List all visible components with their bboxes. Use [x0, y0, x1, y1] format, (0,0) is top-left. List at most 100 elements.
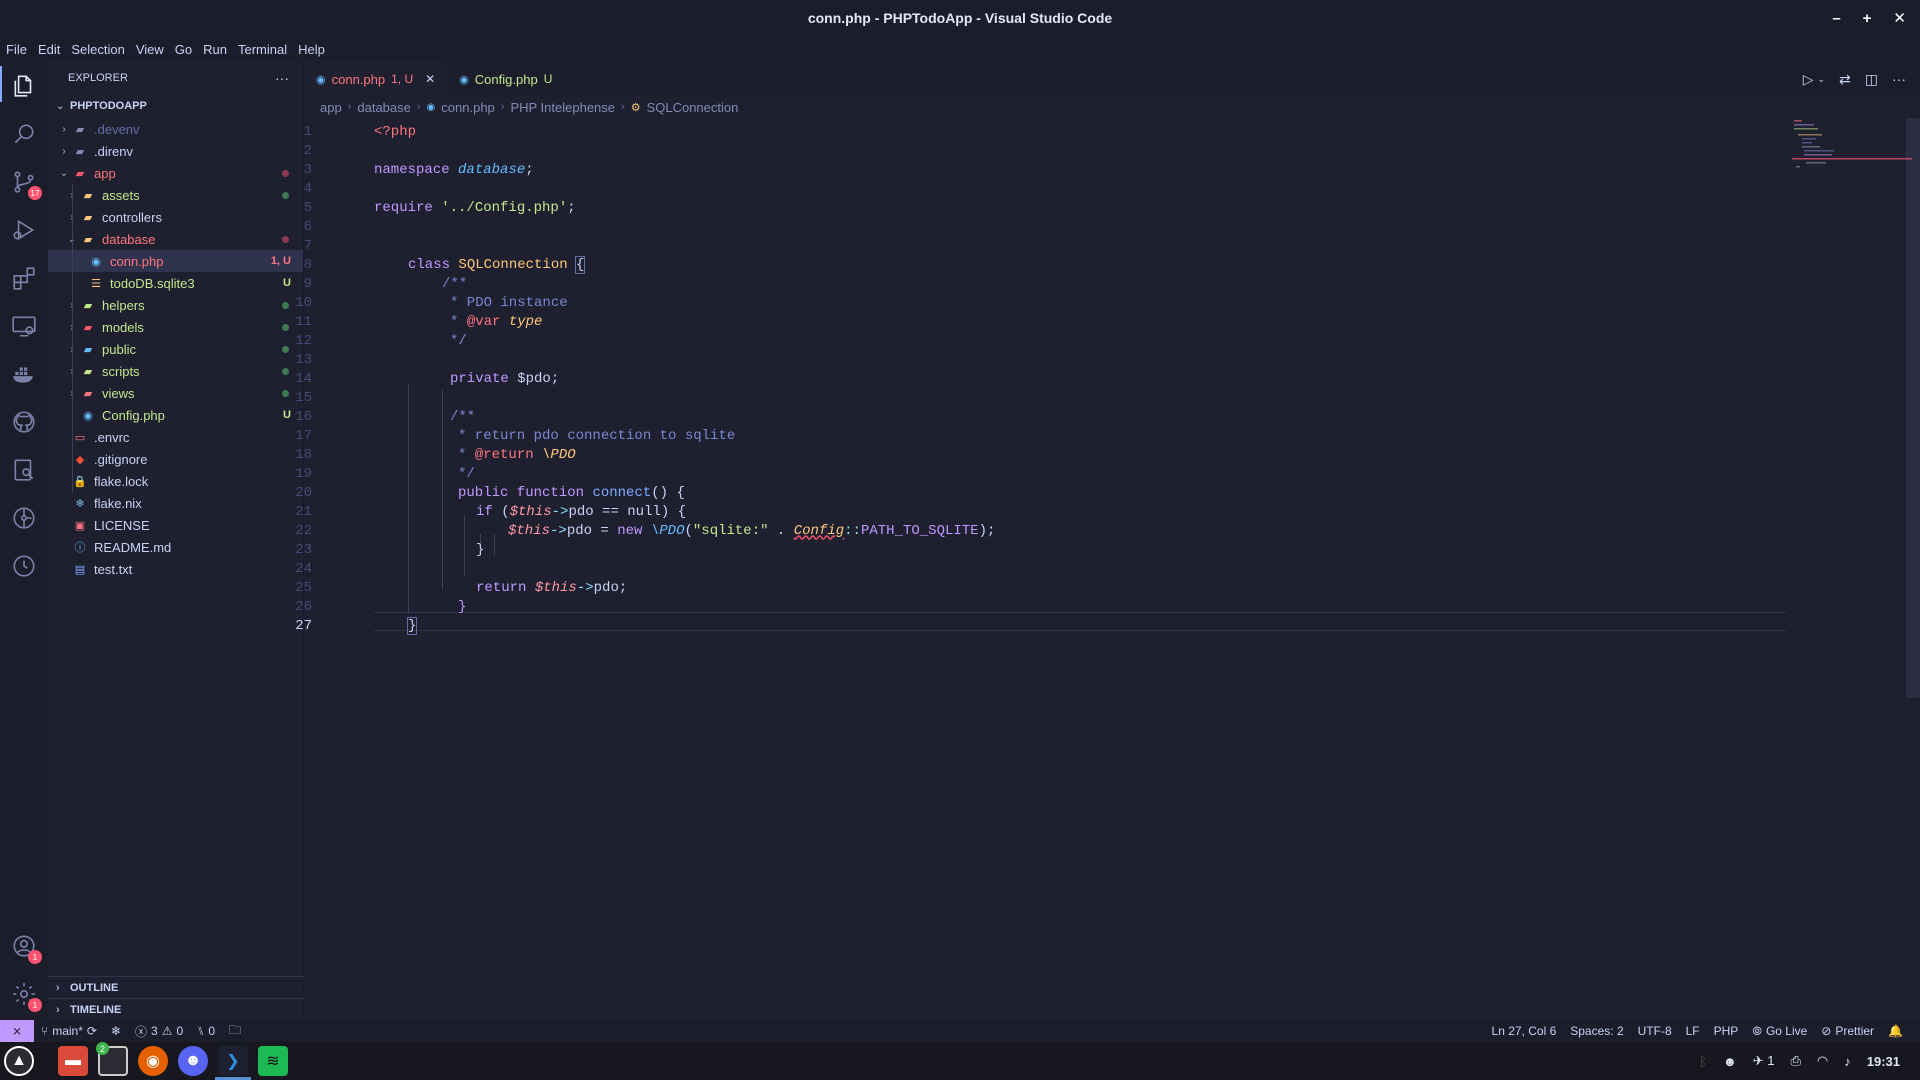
tree-item[interactable]: ›▰public — [48, 338, 303, 360]
tree-item[interactable]: ▣ LICENSE — [48, 514, 303, 536]
tree-item[interactable]: ☰ todoDB.sqlite3 U — [48, 272, 303, 294]
history-icon[interactable] — [10, 552, 38, 580]
tree-item[interactable]: ›▰helpers — [48, 294, 303, 316]
run-icon[interactable]: ▷ — [1803, 71, 1814, 88]
bluetooth-icon[interactable]: ᛒ — [1699, 1054, 1707, 1069]
discord-tray-icon[interactable]: ☻ — [1723, 1054, 1737, 1069]
go-live-button[interactable]: ⦾ Go Live — [1745, 1024, 1814, 1039]
accounts-icon[interactable]: 1 — [10, 932, 42, 964]
bell-icon[interactable]: 🔔 — [1881, 1024, 1910, 1038]
tree-item[interactable]: › ▰ .direnv — [48, 140, 303, 162]
docker-icon[interactable] — [10, 360, 38, 388]
explorer-icon[interactable] — [10, 72, 38, 100]
branch-indicator[interactable]: ⑂ main* ⟳ — [34, 1024, 104, 1038]
problems-indicator[interactable]: ⓧ 3 ⚠ 0 — [128, 1023, 190, 1040]
tree-item[interactable]: ◉ conn.php 1, U — [48, 250, 303, 272]
encoding[interactable]: UTF-8 — [1631, 1024, 1679, 1038]
tree-item[interactable]: ◉ Config.php U — [48, 404, 303, 426]
printer-icon[interactable]: ⎙ — [1791, 1053, 1801, 1069]
sync-icon[interactable]: ⟳ — [87, 1024, 97, 1038]
source-control-icon[interactable]: 17 — [10, 168, 42, 200]
spotify-icon[interactable]: ≋ — [258, 1046, 288, 1076]
cursor-position[interactable]: Ln 27, Col 6 — [1485, 1024, 1564, 1038]
tree-item[interactable]: ▭ .envrc — [48, 426, 303, 448]
menu-edit[interactable]: Edit — [38, 42, 66, 57]
indentation[interactable]: Spaces: 2 — [1563, 1024, 1630, 1038]
folder-indicator[interactable]: 🗀 — [222, 1021, 248, 1042]
tree-item[interactable]: ◆ .gitignore — [48, 448, 303, 470]
open-changes-icon[interactable]: ⇄ — [1839, 71, 1851, 88]
run-debug-icon[interactable] — [10, 216, 38, 244]
timeline-section[interactable]: › TIMELINE — [48, 998, 304, 1020]
tree-item-label: todoDB.sqlite3 — [110, 275, 195, 291]
minimize-button[interactable]: – — [1832, 10, 1840, 27]
tree-item[interactable]: › ▰ .devenv — [48, 118, 303, 140]
error-icon: ⓧ — [135, 1024, 148, 1039]
menu-help[interactable]: Help — [298, 42, 331, 57]
ports-indicator[interactable]: ⑊ 0 — [190, 1024, 222, 1038]
explorer-title: EXPLORER — [68, 72, 128, 84]
notification-tray[interactable]: ✈ 1 — [1753, 1053, 1775, 1069]
tree-item[interactable]: ›▰controllers — [48, 206, 303, 228]
close-window-button[interactable]: ✕ — [1893, 9, 1906, 27]
menu-selection[interactable]: Selection — [71, 42, 130, 57]
settings-gear-icon[interactable]: 1 — [10, 980, 42, 1012]
vscode-icon[interactable]: ❯ — [218, 1046, 248, 1076]
tab-close-button[interactable]: ✕ — [425, 72, 435, 86]
files-icon[interactable]: ▬ — [58, 1046, 88, 1076]
tree-item-label: assets — [102, 187, 140, 203]
minimap[interactable] — [1792, 118, 1912, 178]
breadcrumb-database[interactable]: database — [357, 100, 411, 115]
testing-icon[interactable] — [10, 456, 38, 484]
chevron-right-icon: › — [500, 101, 505, 113]
discord-icon[interactable]: ☻ — [178, 1046, 208, 1076]
git-graph-icon[interactable] — [10, 504, 38, 532]
tree-item[interactable]: ▤ test.txt — [48, 558, 303, 580]
menu-go[interactable]: Go — [175, 42, 198, 57]
end-of-line[interactable]: LF — [1679, 1024, 1707, 1038]
breadcrumb-intelephense[interactable]: PHP Intelephense — [510, 100, 615, 115]
breadcrumb-conn-php[interactable]: conn.php — [441, 100, 495, 115]
terminal-icon[interactable]: 2 — [96, 1042, 128, 1076]
chevron-down-icon[interactable]: ⌄ — [1817, 74, 1825, 85]
firefox-icon[interactable]: ◉ — [138, 1046, 168, 1076]
explorer-more-button[interactable]: ··· — [275, 70, 289, 86]
language-mode[interactable]: PHP — [1707, 1024, 1746, 1038]
code-editor[interactable]: 1 2 3 4 5 6 7 8 9 10 11 12 13 14 15 16 17 18 19 20 21 22 23 24 2… — [295, 118, 1920, 1020]
search-icon[interactable] — [10, 120, 38, 148]
tree-item[interactable]: ❄ flake.nix — [48, 492, 303, 514]
wifi-icon[interactable]: ◠ — [1817, 1053, 1828, 1069]
maximize-button[interactable]: + — [1863, 10, 1872, 27]
tree-item[interactable]: 🔒 flake.lock — [48, 470, 303, 492]
clock[interactable]: 19:31 — [1867, 1054, 1900, 1069]
split-editor-icon[interactable]: ◫ — [1865, 71, 1878, 88]
tab-conn-php[interactable]: ◉ conn.php 1, U ✕ — [304, 62, 448, 96]
sound-icon[interactable]: ♪ — [1844, 1054, 1851, 1069]
tree-item[interactable]: ›▰scripts — [48, 360, 303, 382]
tree-item[interactable]: ⌄ ▰ app — [48, 162, 303, 184]
extensions-icon[interactable] — [10, 264, 38, 292]
menu-terminal[interactable]: Terminal — [238, 42, 293, 57]
outline-section[interactable]: › OUTLINE — [48, 976, 304, 998]
menu-file[interactable]: File — [6, 42, 33, 57]
menu-view[interactable]: View — [136, 42, 170, 57]
editor-actions: ▷ ⌄ ⇄ ◫ ··· — [1803, 62, 1906, 96]
breadcrumb-sqlconnection[interactable]: SQLConnection — [647, 100, 739, 115]
github-icon[interactable] — [10, 408, 38, 436]
menu-run[interactable]: Run — [203, 42, 233, 57]
tree-item[interactable]: ⓘ README.md — [48, 536, 303, 558]
tree-item[interactable]: ⌄▰database — [48, 228, 303, 250]
tree-item[interactable]: ›▰assets — [48, 184, 303, 206]
breadcrumb-app[interactable]: app — [320, 100, 342, 115]
tree-item[interactable]: ›▰views — [48, 382, 303, 404]
nix-indicator[interactable]: ❄ — [104, 1024, 128, 1038]
remote-explorer-icon[interactable] — [10, 312, 38, 340]
prettier-button[interactable]: ⊘ Prettier — [1814, 1024, 1881, 1038]
editor-scrollbar[interactable] — [1906, 118, 1920, 698]
project-root[interactable]: ⌄ PHPTODOAPP — [48, 94, 303, 118]
tree-item[interactable]: ›▰models — [48, 316, 303, 338]
launcher-icon[interactable]: ▲ — [4, 1046, 34, 1076]
remote-indicator[interactable]: ⨯ — [0, 1020, 34, 1042]
more-actions-icon[interactable]: ··· — [1892, 71, 1906, 87]
tab-config-php[interactable]: ◉ Config.php U — [447, 62, 564, 96]
